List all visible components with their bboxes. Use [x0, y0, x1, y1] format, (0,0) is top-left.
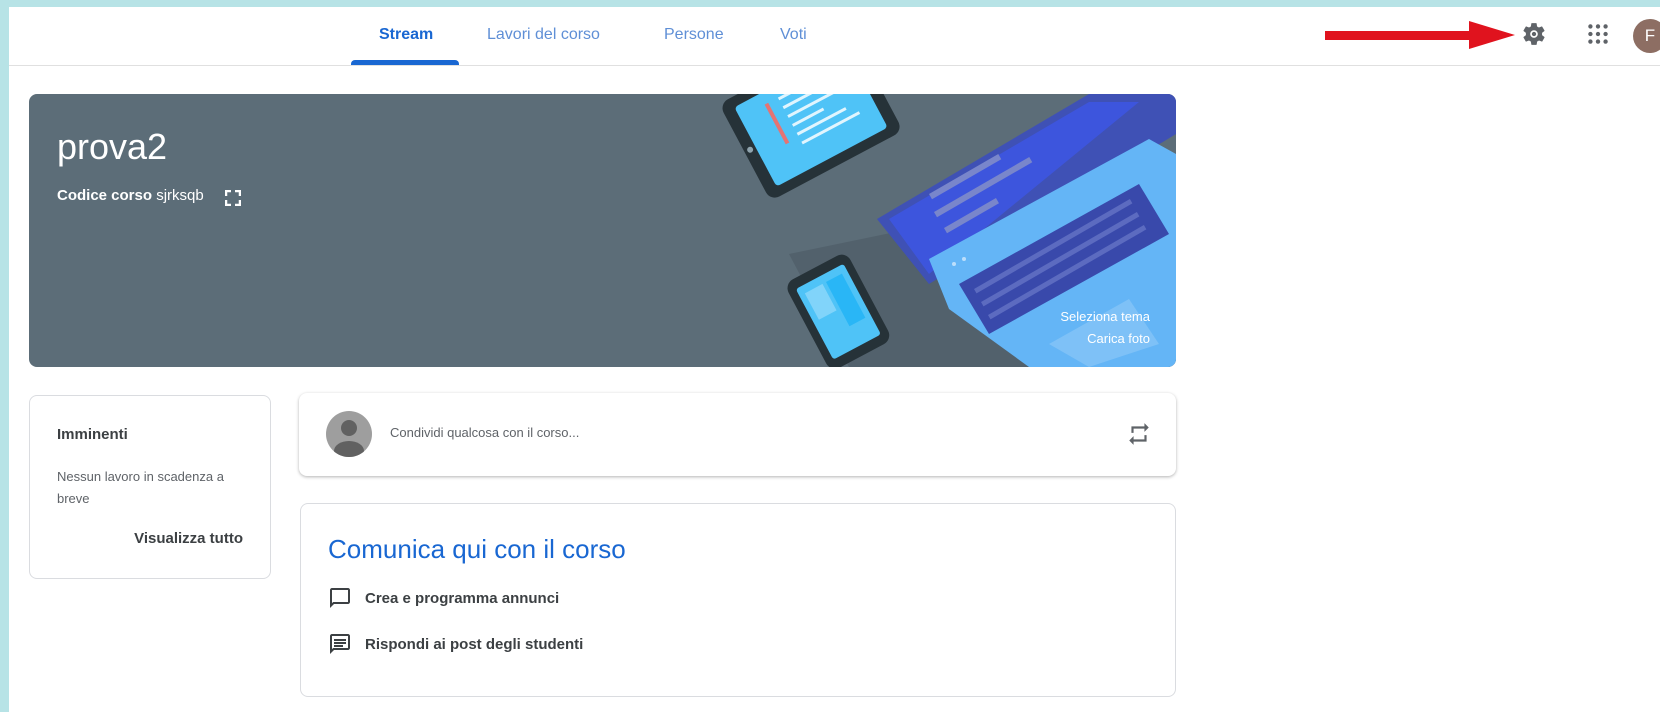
user-avatar-placeholder [326, 411, 372, 457]
devices-illustration [722, 94, 1176, 367]
active-tab-indicator [351, 60, 459, 65]
upcoming-text: Nessun lavoro in scadenza a breve [57, 469, 224, 506]
course-code-label: Codice corso [57, 187, 153, 204]
course-code: Codice corso sjrksqb [57, 187, 204, 204]
upcoming-card: Imminenti Nessun lavoro in scadenza a br… [29, 395, 271, 579]
chat-bubble-icon [330, 588, 350, 608]
communicate-info-card: Comunica qui con il corso Crea e program… [300, 503, 1176, 697]
info-item-announcements: Crea e programma annunci [328, 586, 559, 610]
info-item-label: Rispondi ai post degli studenti [365, 635, 584, 653]
course-banner: prova2 Codice corso sjrksqb Seleziona te… [29, 94, 1176, 367]
red-arrow-annotation [1325, 21, 1515, 49]
view-all-link[interactable]: Visualizza tutto [134, 530, 243, 547]
tab-voti[interactable]: Voti [780, 7, 807, 66]
classroom-window: Stream Lavori del corso Persone Voti F p… [9, 7, 1660, 712]
select-theme-link[interactable]: Seleziona tema [1060, 309, 1150, 324]
info-item-label: Crea e programma annunci [365, 589, 560, 607]
share-input[interactable]: Condividi qualcosa con il corso... [390, 425, 579, 440]
tab-lavori-del-corso[interactable]: Lavori del corso [487, 7, 600, 66]
tab-persone[interactable]: Persone [664, 7, 724, 66]
message-lines-icon [330, 634, 350, 654]
upload-photo-link[interactable]: Carica foto [1087, 331, 1150, 346]
apps-grid-icon[interactable] [1585, 21, 1611, 47]
upcoming-title: Imminenti [57, 426, 128, 443]
top-navigation-bar: Stream Lavori del corso Persone Voti F [9, 7, 1660, 66]
course-title: prova2 [57, 126, 168, 167]
course-code-value: sjrksqb [156, 187, 204, 204]
user-avatar[interactable]: F [1633, 19, 1660, 53]
repost-icon[interactable] [1126, 421, 1152, 447]
info-item-replies: Rispondi ai post degli studenti [328, 632, 583, 656]
settings-gear-icon[interactable] [1521, 21, 1547, 47]
fullscreen-icon[interactable] [225, 190, 241, 206]
info-title: Comunica qui con il corso [328, 534, 626, 564]
share-box[interactable]: Condividi qualcosa con il corso... [299, 393, 1176, 476]
tab-stream[interactable]: Stream [379, 7, 433, 66]
